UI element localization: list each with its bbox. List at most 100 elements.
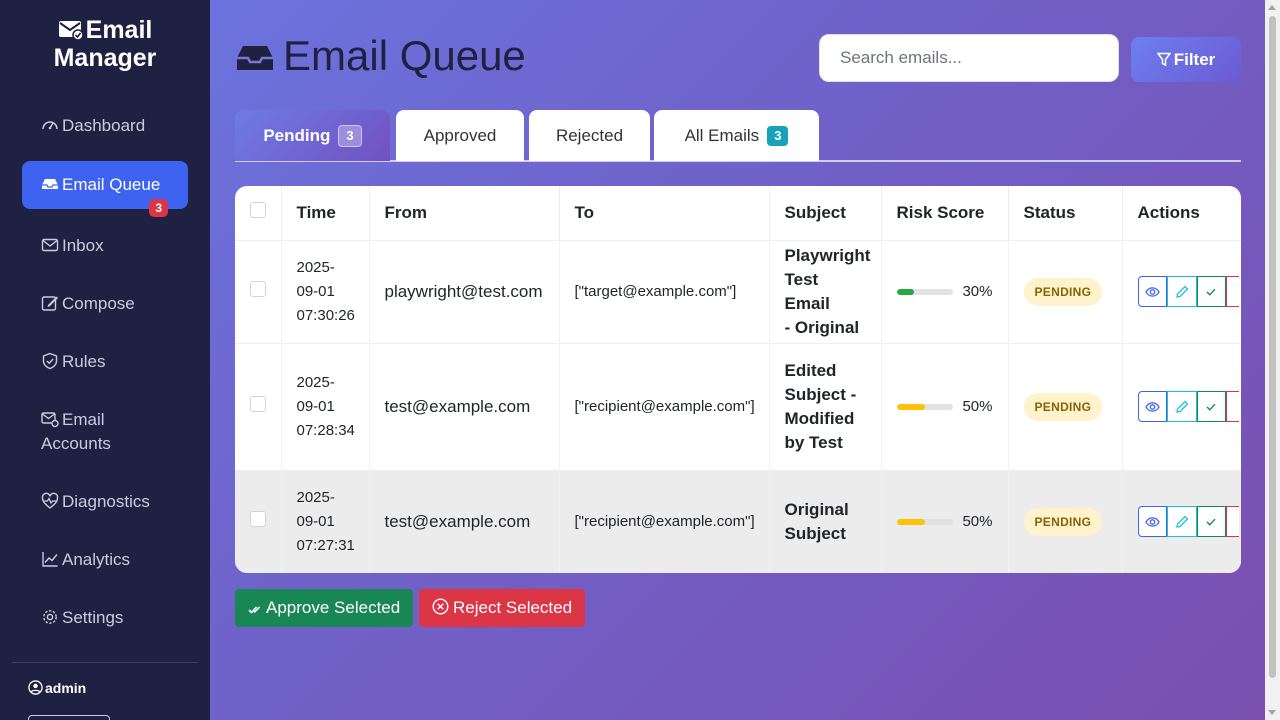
tab-label: Approved — [423, 126, 497, 145]
brand-logo[interactable]: Email Manager — [0, 16, 210, 72]
subject-line: Edited — [784, 360, 837, 380]
tab-label: Rejected — [555, 126, 624, 145]
subject-line: - Original — [784, 317, 860, 337]
sidebar-item-settings[interactable]: Settings — [22, 606, 188, 630]
status-cell: PENDING — [1008, 239, 1123, 343]
eye-icon — [1145, 516, 1160, 527]
sidebar-item-compose[interactable]: Compose — [22, 292, 188, 316]
email-queue-table: Time From To Subject Risk Score Status A… — [235, 186, 1241, 573]
eye-icon — [1145, 401, 1160, 412]
to-cell: ["target@example.com"] — [559, 239, 770, 343]
reject-button[interactable] — [1226, 391, 1240, 422]
gear-icon — [43, 610, 57, 624]
brand-line1: Email — [85, 16, 153, 44]
double-check-icon — [248, 606, 261, 614]
shield-check-icon — [42, 352, 58, 370]
approve-button[interactable] — [1196, 506, 1227, 538]
brand-line2: Manager — [53, 44, 157, 72]
logout-button[interactable] — [28, 715, 110, 720]
tab-pending[interactable]: Pending 3 — [235, 110, 390, 161]
inbox-tray-icon — [42, 179, 58, 189]
sidebar-item-email-queue[interactable]: Email Queue 3 — [22, 161, 188, 217]
check-icon — [1206, 403, 1216, 411]
view-button[interactable] — [1137, 391, 1168, 422]
approve-selected-button[interactable]: Approve Selected — [235, 589, 414, 627]
column-header-time[interactable]: Time — [281, 186, 370, 240]
time-part: 07:27:31 — [296, 536, 355, 554]
user-menu[interactable]: admin — [28, 680, 86, 696]
envelope-icon — [41, 238, 59, 252]
approve-button[interactable] — [1196, 276, 1227, 307]
sidebar-item-label: Inbox — [62, 236, 104, 255]
inbox-tray-icon — [237, 46, 273, 70]
reject-button[interactable] — [1226, 506, 1240, 538]
pencil-icon — [1176, 515, 1189, 528]
status-cell: PENDING — [1008, 469, 1123, 573]
sidebar-item-email-accounts[interactable]: Email Accounts — [22, 408, 188, 456]
view-button[interactable] — [1137, 276, 1168, 307]
approve-button[interactable] — [1196, 391, 1227, 422]
reject-button[interactable] — [1226, 276, 1240, 307]
sidebar-item-label: Analytics — [62, 550, 131, 569]
filter-label: Filter — [1173, 50, 1216, 69]
risk-bar-fill — [896, 288, 914, 295]
column-header-from[interactable]: From — [369, 186, 560, 240]
from-cell: playwright@test.com — [369, 239, 560, 343]
graph-up-icon — [42, 552, 58, 567]
subject-line: by Test — [784, 432, 843, 452]
sidebar-item-label-line2: Accounts — [41, 434, 111, 453]
tab-all-emails[interactable]: All Emails 3 — [654, 110, 819, 161]
view-button[interactable] — [1137, 506, 1168, 538]
sidebar-item-dashboard[interactable]: Dashboard — [22, 114, 188, 138]
risk-cell: 50% — [881, 469, 1009, 573]
to-cell: ["recipient@example.com"] — [559, 342, 770, 470]
status-badge: PENDING — [1023, 392, 1103, 421]
envelope-gear-icon — [41, 412, 59, 428]
sidebar-item-diagnostics[interactable]: Diagnostics — [22, 490, 188, 514]
scroll-down-arrow-icon[interactable] — [1268, 710, 1276, 715]
column-header-subject[interactable]: Subject — [769, 186, 882, 240]
time-cell: 2025- 09-01 07:28:34 — [281, 342, 370, 470]
page-title-text: Email Queue — [283, 32, 526, 79]
subject-line: Modified — [784, 408, 855, 428]
risk-cell: 30% — [881, 239, 1009, 343]
table-row[interactable]: 2025- 09-01 07:27:31 test@example.com ["re… — [235, 469, 1241, 573]
edit-button[interactable] — [1167, 391, 1197, 422]
time-part: 09-01 — [296, 282, 335, 300]
sidebar-item-analytics[interactable]: Analytics — [22, 548, 188, 572]
search-input[interactable] — [819, 34, 1119, 82]
risk-bar — [896, 403, 954, 410]
time-cell: 2025- 09-01 07:30:26 — [281, 239, 370, 343]
sidebar-item-inbox[interactable]: Inbox — [22, 234, 188, 258]
time-part: 2025- — [296, 258, 335, 276]
row-checkbox[interactable] — [250, 281, 266, 297]
select-all-checkbox[interactable] — [250, 202, 266, 219]
row-checkbox[interactable] — [250, 396, 266, 412]
pencil-icon — [1176, 400, 1189, 413]
check-icon — [1206, 288, 1216, 296]
row-checkbox[interactable] — [250, 511, 266, 528]
tab-approved[interactable]: Approved — [396, 110, 524, 161]
filter-button[interactable]: Filter — [1131, 37, 1241, 82]
time-part: 09-01 — [296, 512, 335, 530]
column-header-status[interactable]: Status — [1008, 186, 1123, 240]
sidebar-item-rules[interactable]: Rules — [22, 350, 188, 374]
tab-rejected[interactable]: Rejected — [529, 110, 650, 161]
table-row[interactable]: 2025- 09-01 07:30:26 playwright@test.com [… — [235, 239, 1241, 343]
table-header-row: Time From To Subject Risk Score Status A… — [235, 186, 1241, 240]
status-cell: PENDING — [1008, 342, 1123, 470]
table-row[interactable]: 2025- 09-01 07:28:34 test@example.com ["re… — [235, 342, 1241, 470]
scroll-up-arrow-icon[interactable] — [1268, 5, 1276, 10]
reject-selected-button[interactable]: Reject Selected — [419, 589, 586, 627]
page-scrollbar[interactable] — [1265, 0, 1280, 720]
heart-pulse-icon — [41, 492, 59, 509]
edit-button[interactable] — [1167, 276, 1197, 307]
column-header-to[interactable]: To — [559, 186, 770, 240]
status-badge: PENDING — [1023, 507, 1103, 536]
time-part: 09-01 — [296, 397, 335, 415]
column-header-risk-score[interactable]: Risk Score — [881, 186, 1009, 240]
actions-cell — [1122, 239, 1241, 343]
scrollbar-thumb[interactable] — [1269, 16, 1276, 678]
edit-button[interactable] — [1167, 506, 1197, 538]
queue-count-badge: 3 — [149, 199, 168, 217]
